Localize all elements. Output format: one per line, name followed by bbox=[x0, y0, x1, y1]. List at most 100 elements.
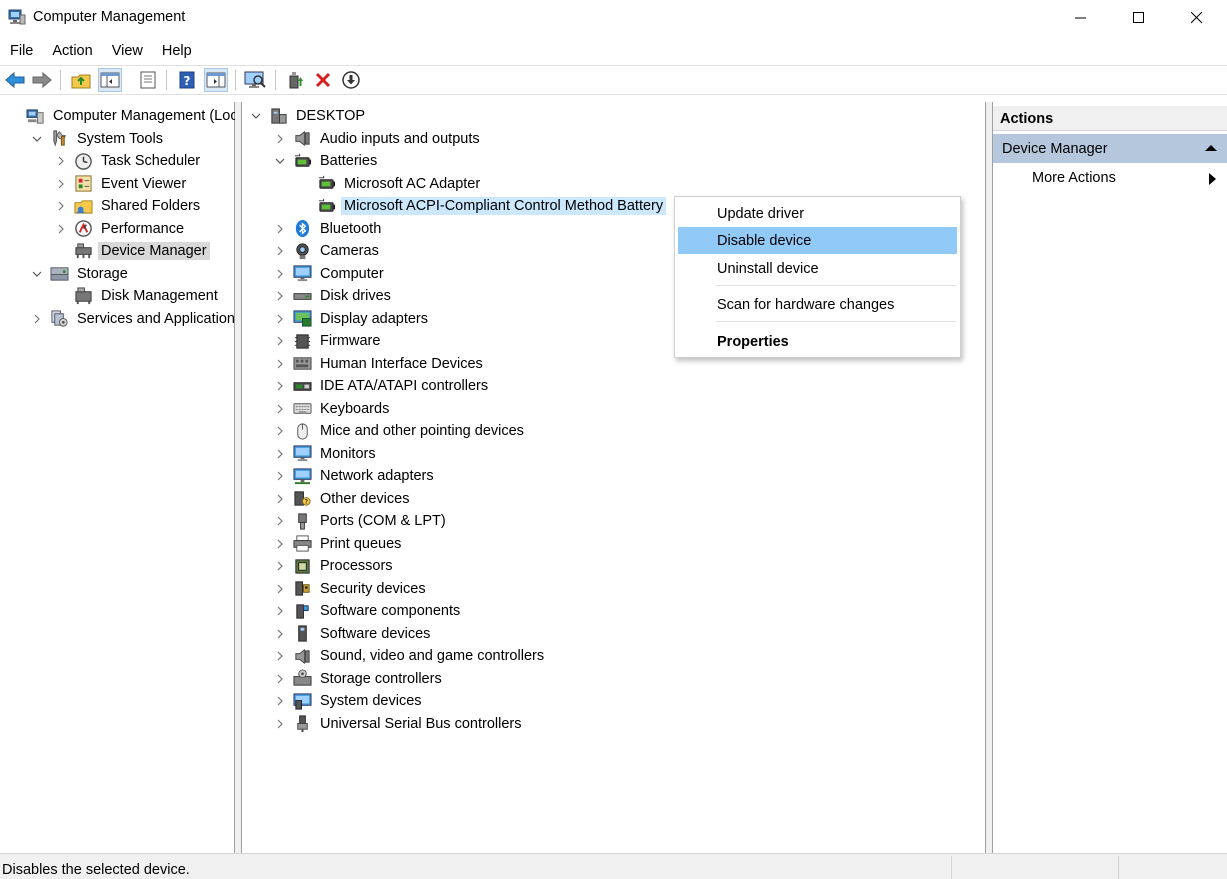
tree-expander[interactable] bbox=[31, 268, 43, 280]
device-tree-item-bluetooth[interactable]: Bluetooth bbox=[274, 218, 384, 240]
device-tree-item-network-adapters[interactable]: Network adapters bbox=[274, 465, 437, 487]
tree-expander[interactable] bbox=[274, 425, 286, 437]
device-tree-item-microsoft-acpi-compliant-control-method-battery[interactable]: Microsoft ACPI-Compliant Control Method … bbox=[298, 195, 667, 217]
tree-expander[interactable] bbox=[274, 515, 286, 527]
back-button[interactable] bbox=[4, 69, 26, 91]
tree-expander[interactable] bbox=[274, 695, 286, 707]
console-tree-item-services-and-applications[interactable]: Services and Applications bbox=[31, 308, 245, 330]
tree-expander[interactable] bbox=[274, 673, 286, 685]
chevron-right-icon bbox=[277, 291, 283, 301]
device-tree-item-security-devices[interactable]: Security devices bbox=[274, 578, 429, 600]
tree-expander[interactable] bbox=[55, 155, 67, 167]
tree-expander[interactable] bbox=[274, 335, 286, 347]
tree-expander[interactable] bbox=[55, 200, 67, 212]
menu-help[interactable]: Help bbox=[152, 40, 201, 62]
ctx-disable-device[interactable]: Disable device bbox=[678, 227, 957, 254]
tree-expander[interactable] bbox=[274, 290, 286, 302]
device-tree-item-cameras[interactable]: Cameras bbox=[274, 240, 382, 262]
device-tree-item-software-components[interactable]: Software components bbox=[274, 600, 463, 622]
device-tree-item-firmware[interactable]: Firmware bbox=[274, 330, 383, 352]
chevron-right-icon bbox=[277, 584, 283, 593]
menu-view[interactable]: View bbox=[102, 40, 152, 62]
tree-expander[interactable] bbox=[274, 380, 286, 392]
tree-expander[interactable] bbox=[274, 223, 286, 235]
forward-button[interactable] bbox=[31, 69, 53, 91]
console-tree-item-system-tools[interactable]: System Tools bbox=[31, 128, 166, 150]
tree-expander[interactable] bbox=[274, 448, 286, 460]
tree-expander[interactable] bbox=[274, 358, 286, 370]
more-actions-item[interactable]: More Actions bbox=[1032, 170, 1116, 186]
tree-expander[interactable] bbox=[55, 223, 67, 235]
device-tree-item-system-devices[interactable]: System devices bbox=[274, 690, 425, 712]
update-driver-button[interactable] bbox=[284, 69, 306, 91]
device-tree-item-disk-drives[interactable]: Disk drives bbox=[274, 285, 394, 307]
tree-expander[interactable] bbox=[274, 470, 286, 482]
device-tree-item-computer[interactable]: Computer bbox=[274, 263, 387, 285]
device-tree-item-universal-serial-bus-controllers[interactable]: Universal Serial Bus controllers bbox=[274, 713, 524, 735]
device-tree-item-microsoft-ac-adapter[interactable]: Microsoft AC Adapter bbox=[298, 173, 483, 195]
properties-button[interactable] bbox=[137, 69, 159, 91]
console-tree-item-task-scheduler[interactable]: Task Scheduler bbox=[55, 150, 203, 172]
tree-expander[interactable] bbox=[274, 133, 286, 145]
device-tree-item-keyboards[interactable]: Keyboards bbox=[274, 398, 392, 420]
tree-expander[interactable] bbox=[274, 605, 286, 617]
tree-expander[interactable] bbox=[250, 110, 262, 122]
console-tree-item-device-manager[interactable]: Device Manager bbox=[55, 240, 210, 262]
device-tree-item-ports-com-lpt[interactable]: Ports (COM & LPT) bbox=[274, 510, 449, 532]
uninstall-button[interactable] bbox=[312, 69, 334, 91]
maximize-button[interactable] bbox=[1110, 0, 1168, 36]
up-one-level-button[interactable] bbox=[70, 69, 92, 91]
help-button[interactable]: ? bbox=[176, 69, 198, 91]
tree-expander[interactable] bbox=[31, 133, 43, 145]
device-tree-item-desktop[interactable]: DESKTOP bbox=[250, 105, 368, 127]
console-tree-item-storage[interactable]: Storage bbox=[31, 263, 131, 285]
device-tree-item-audio-inputs-and-outputs[interactable]: Audio inputs and outputs bbox=[274, 128, 483, 150]
device-tree-item-print-queues[interactable]: Print queues bbox=[274, 533, 404, 555]
scan-hardware-button[interactable] bbox=[244, 69, 266, 91]
tree-expander[interactable] bbox=[274, 560, 286, 572]
device-tree-item-ide-ata-atapi-controllers[interactable]: IDE ATA/ATAPI controllers bbox=[274, 375, 491, 397]
console-tree-item-event-viewer[interactable]: Event Viewer bbox=[55, 173, 189, 195]
ctx-properties[interactable]: Properties bbox=[678, 328, 957, 355]
tree-expander[interactable] bbox=[274, 268, 286, 280]
minimize-button[interactable] bbox=[1052, 0, 1110, 36]
device-tree-item-display-adapters[interactable]: Display adapters bbox=[274, 308, 431, 330]
device-tree-item-sound-video-and-game-controllers[interactable]: Sound, video and game controllers bbox=[274, 645, 547, 667]
device-tree-item-processors[interactable]: Processors bbox=[274, 555, 396, 577]
console-tree-item-shared-folders[interactable]: Shared Folders bbox=[55, 195, 203, 217]
show-hide-console-tree-button[interactable] bbox=[98, 68, 122, 92]
console-tree-item-disk-management[interactable]: Disk Management bbox=[55, 285, 221, 307]
tree-expander[interactable] bbox=[274, 493, 286, 505]
tree-expander[interactable] bbox=[274, 538, 286, 550]
menu-action[interactable]: Action bbox=[42, 40, 101, 62]
console-tree-item-performance[interactable]: Performance bbox=[55, 218, 187, 240]
device-tree-item-human-interface-devices[interactable]: Human Interface Devices bbox=[274, 353, 486, 375]
performance-icon bbox=[73, 219, 93, 239]
tree-expander[interactable] bbox=[274, 628, 286, 640]
tree-expander[interactable] bbox=[274, 718, 286, 730]
tree-expander[interactable] bbox=[55, 178, 67, 190]
menu-file[interactable]: File bbox=[0, 40, 42, 62]
close-button[interactable] bbox=[1168, 0, 1226, 36]
tree-expander[interactable] bbox=[274, 155, 286, 167]
disable-device-button[interactable] bbox=[340, 69, 362, 91]
actions-section-device-manager[interactable]: Device Manager bbox=[993, 134, 1227, 163]
device-tree-item-other-devices[interactable]: ? Other devices bbox=[274, 488, 412, 510]
ctx-update-driver[interactable]: Update driver bbox=[678, 200, 957, 227]
show-hide-action-pane-button[interactable] bbox=[204, 68, 228, 92]
device-tree-item-mice-and-other-pointing-devices[interactable]: Mice and other pointing devices bbox=[274, 420, 527, 442]
ctx-uninstall-device[interactable]: Uninstall device bbox=[678, 255, 957, 282]
tree-expander[interactable] bbox=[274, 403, 286, 415]
device-tree-item-batteries[interactable]: Batteries bbox=[274, 150, 380, 172]
tree-expander[interactable] bbox=[274, 650, 286, 662]
console-tree-item-computer-management-local[interactable]: Computer Management (Local) bbox=[7, 105, 257, 127]
device-tree-item-monitors[interactable]: Monitors bbox=[274, 443, 379, 465]
tree-expander[interactable] bbox=[274, 583, 286, 595]
tree-expander[interactable] bbox=[274, 245, 286, 257]
tree-expander[interactable] bbox=[31, 313, 43, 325]
device-tree-item-storage-controllers[interactable]: Storage controllers bbox=[274, 668, 445, 690]
tree-expander[interactable] bbox=[274, 313, 286, 325]
chevron-right-icon bbox=[277, 224, 283, 233]
device-tree-item-software-devices[interactable]: Software devices bbox=[274, 623, 433, 645]
ctx-scan-hardware[interactable]: Scan for hardware changes bbox=[678, 291, 957, 318]
